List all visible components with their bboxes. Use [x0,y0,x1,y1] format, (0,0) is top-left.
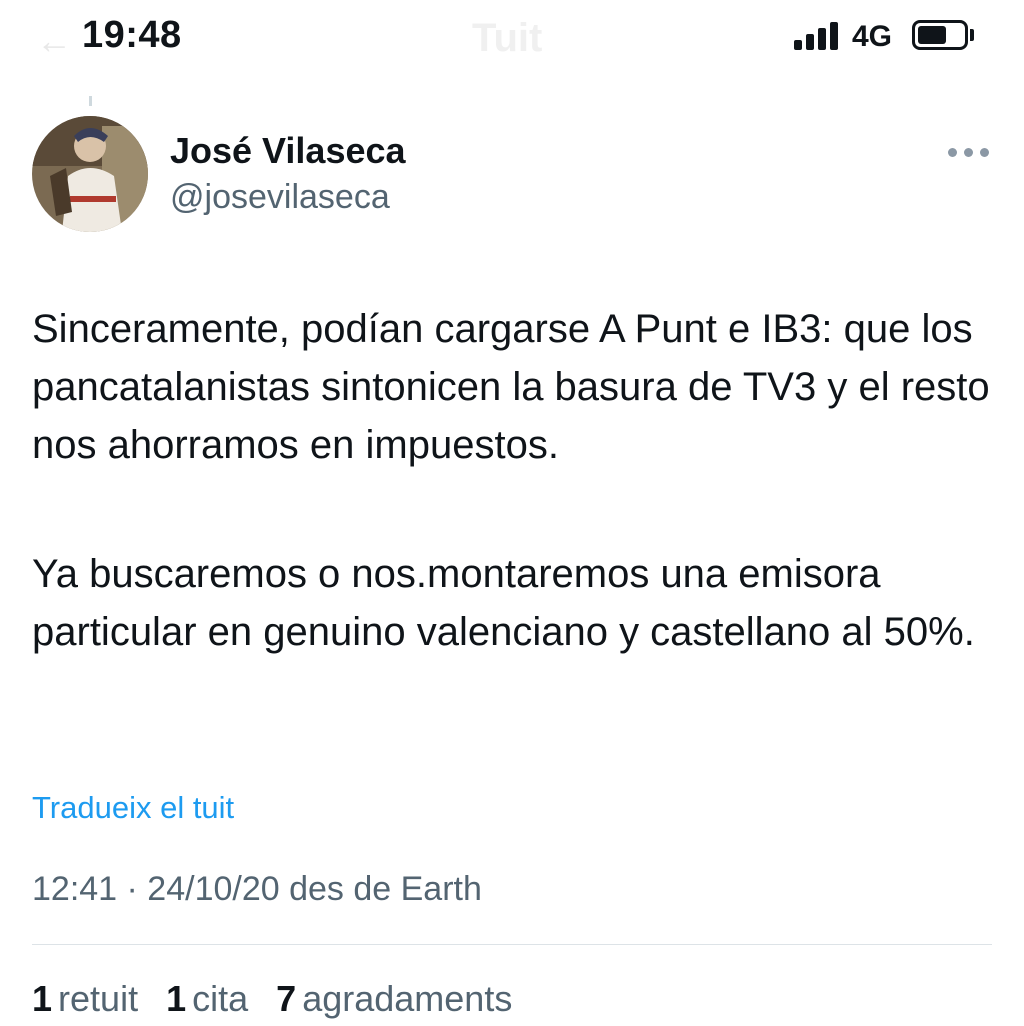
tweet-timestamp-source[interactable]: 12:41 · 24/10/20 des de Earth [32,870,482,909]
signal-icon [794,22,840,50]
status-bar: ← Tuit 19:48 4G [0,0,1024,78]
avatar[interactable] [32,116,148,232]
status-time: 19:48 [82,14,182,56]
author-name[interactable]: José Vilaseca [170,130,406,172]
header-title: Tuit [472,16,543,60]
battery-cap [970,29,974,41]
quotes-count: 1 [166,978,187,1019]
tweet-stats: 1 retuit 1 cita 7 agradaments [32,978,530,1020]
quotes-label: cita [192,978,249,1019]
tweet-text-paragraph-2: Ya buscaremos o nos.montaremos una emiso… [32,552,975,654]
author-handle[interactable]: @josevilaseca [170,178,390,217]
quotes-stat[interactable]: 1 cita [166,978,248,1020]
tweet-text-paragraph-1: Sinceramente, podían cargarse A Punt e I… [32,307,990,467]
more-horizontal-icon[interactable] [948,148,990,158]
network-type: 4G [852,20,893,53]
divider [32,944,992,945]
likes-stat[interactable]: 7 agradaments [276,978,512,1020]
battery-icon [912,20,968,50]
retweets-label: retuit [58,978,139,1019]
translate-tweet-link[interactable]: Tradueix el tuit [32,790,234,826]
thread-line [89,96,92,106]
retweets-stat[interactable]: 1 retuit [32,978,138,1020]
likes-count: 7 [276,978,297,1019]
likes-label: agradaments [302,978,513,1019]
tweet-detail-screen: ← Tuit 19:48 4G José Vilaseca @josevilas… [0,0,1024,1026]
retweets-count: 1 [32,978,53,1019]
back-arrow-icon[interactable]: ← [36,20,72,62]
